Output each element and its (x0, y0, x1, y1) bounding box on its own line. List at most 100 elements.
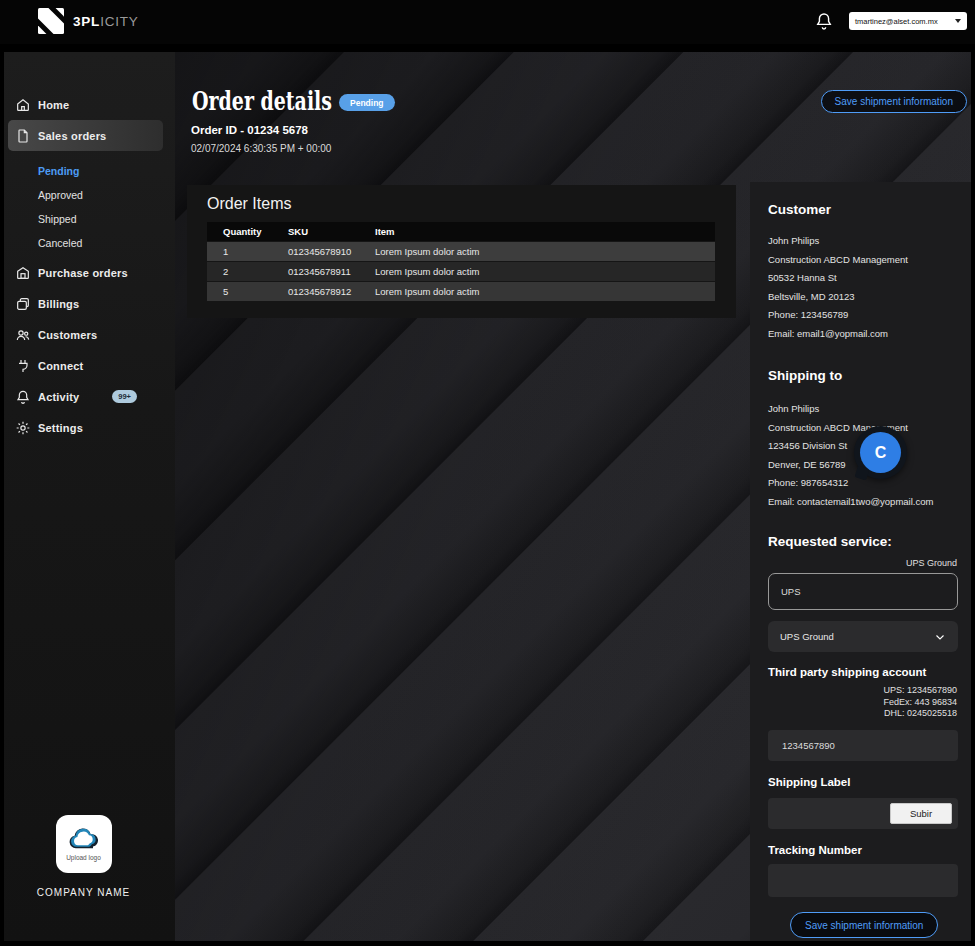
home-icon (15, 97, 31, 113)
settings-gear-icon (15, 420, 31, 436)
sidebar-item-label: Connect (38, 360, 83, 372)
shipping-label-input[interactable]: Subir (768, 798, 958, 829)
third-party-account-value: 1234567890 (782, 740, 835, 751)
sidebar-item-settings[interactable]: Settings (4, 412, 175, 443)
sidebar-item-label: Activity (38, 391, 79, 403)
customer-heading: Customer (768, 202, 831, 217)
brand-text: 3PLICITY (73, 14, 139, 29)
connect-icon (15, 358, 31, 374)
service-value: UPS Ground (780, 631, 834, 642)
account-dhl: DHL: 0245025518 (883, 708, 957, 720)
cell-item: Lorem Ipsum dolor actim (375, 262, 480, 281)
customer-phone: Phone: 123456789 (768, 306, 908, 325)
topbar: 3PLICITY tmartinez@alset.com.mx (0, 0, 975, 44)
sidebar-subitem-canceled[interactable]: Canceled (4, 231, 175, 255)
sidebar-subitem-label: Shipped (38, 213, 77, 225)
company-name: COMPANY NAME (0, 887, 169, 898)
brand-logo[interactable]: 3PLICITY (38, 8, 139, 34)
purchase-orders-icon (15, 265, 31, 281)
shipping-to-details: John Philips Construction ABCD Managemen… (768, 400, 933, 511)
cell-quantity: 1 (223, 242, 228, 261)
sidebar-item-label: Settings (38, 422, 83, 434)
sidebar-item-customers[interactable]: Customers (4, 319, 175, 350)
sidebar-subitem-pending[interactable]: Pending (4, 159, 175, 183)
third-party-heading: Third party shipping account (768, 666, 926, 678)
upload-file-button[interactable]: Subir (890, 803, 952, 824)
shipping-label-heading: Shipping Label (768, 776, 850, 788)
shipping-phone: Phone: 987654312 (768, 474, 933, 493)
requested-service-current: UPS Ground (906, 558, 957, 570)
customer-city: Beltsville, MD 20123 (768, 288, 908, 307)
cell-sku: 012345678911 (288, 262, 351, 281)
shipping-email: Email: contactemail1two@yopmail.com (768, 493, 933, 512)
sidebar-item-label: Billings (38, 298, 79, 310)
sidebar-item-purchase-orders[interactable]: Purchase orders (4, 257, 175, 288)
sidebar-item-label: Home (38, 99, 69, 111)
requested-service-heading: Requested service: (768, 534, 892, 549)
upload-logo-label: Upload logo (66, 854, 101, 861)
customers-icon (15, 327, 31, 343)
sidebar-subitem-label: Pending (38, 165, 79, 177)
sidebar-footer: Upload logo COMPANY NAME (0, 815, 169, 898)
customer-company: Construction ABCD Management (768, 251, 908, 270)
third-party-account-input[interactable]: 1234567890 (768, 730, 958, 761)
app-window: 3PLICITY tmartinez@alset.com.mx Home Sal… (0, 0, 975, 946)
page-bottom-border (0, 941, 975, 946)
sidebar-item-sales-orders[interactable]: Sales orders (8, 120, 163, 151)
cell-quantity: 2 (223, 262, 228, 281)
third-party-accounts: UPS: 1234567890 FedEx: 443 96834 DHL: 02… (883, 685, 957, 720)
carrier-input[interactable]: UPS (768, 573, 958, 610)
customer-name: John Philips (768, 232, 908, 251)
shipping-city: Denver, DE 56789 (768, 456, 933, 475)
sidebar: Home Sales orders Pending Approved Shipp… (4, 52, 175, 941)
sidebar-item-label: Purchase orders (38, 267, 128, 279)
save-shipment-button-top[interactable]: Save shipment information (821, 90, 967, 113)
cell-quantity: 5 (223, 282, 228, 301)
order-id: Order ID - 01234 5678 (191, 124, 308, 136)
account-email: tmartinez@alset.com.mx (855, 17, 955, 26)
save-shipment-button-bottom[interactable]: Save shipment information (790, 912, 938, 938)
collaborator-cursor: C (854, 426, 907, 479)
sales-orders-icon (15, 128, 31, 144)
chevron-down-icon (934, 631, 946, 643)
customer-email: Email: email1@yopmail.com (768, 325, 908, 344)
order-items-panel: Order Items Quantity SKU Item 1 01234567… (187, 185, 736, 318)
table-row[interactable]: 1 012345678910 Lorem Ipsum dolor actim (207, 242, 715, 261)
customer-street: 50532 Hanna St (768, 269, 908, 288)
table-row[interactable]: 5 012345678912 Lorem Ipsum dolor actim (207, 282, 715, 301)
column-item: Item (375, 222, 395, 241)
carrier-value: UPS (781, 586, 801, 597)
cloud-logo-icon (66, 828, 102, 852)
brand-logo-icon (38, 8, 64, 34)
sidebar-item-billings[interactable]: Billings (4, 288, 175, 319)
sidebar-subitem-shipped[interactable]: Shipped (4, 207, 175, 231)
customer-details: John Philips Construction ABCD Managemen… (768, 232, 908, 343)
order-items-table: Quantity SKU Item 1 012345678910 Lorem I… (207, 222, 715, 302)
account-menu[interactable]: tmartinez@alset.com.mx (849, 12, 967, 30)
status-badge: Pending (339, 94, 395, 111)
service-select[interactable]: UPS Ground (768, 621, 958, 652)
tracking-number-input[interactable] (768, 864, 958, 897)
shipping-to-heading: Shipping to (768, 368, 842, 383)
sidebar-item-activity[interactable]: Activity 99+ (4, 381, 175, 412)
sidebar-subitem-approved[interactable]: Approved (4, 183, 175, 207)
billings-icon (15, 296, 31, 312)
cell-item: Lorem Ipsum dolor actim (375, 242, 480, 261)
table-header-row: Quantity SKU Item (207, 222, 715, 241)
sidebar-item-home[interactable]: Home (4, 89, 175, 120)
upload-logo-button[interactable]: Upload logo (56, 815, 112, 873)
sidebar-item-connect[interactable]: Connect (4, 350, 175, 381)
column-sku: SKU (288, 222, 308, 241)
shipping-name: John Philips (768, 400, 933, 419)
collaborator-initial: C (860, 432, 901, 473)
shipping-company: Construction ABCD Management (768, 419, 933, 438)
activity-bell-icon (15, 389, 31, 405)
sidebar-subitem-label: Canceled (38, 237, 82, 249)
account-fedex: FedEx: 443 96834 (883, 697, 957, 709)
shipment-panel: Customer John Philips Construction ABCD … (750, 182, 971, 941)
activity-count-badge: 99+ (112, 390, 137, 403)
caret-down-icon (955, 19, 961, 23)
table-row[interactable]: 2 012345678911 Lorem Ipsum dolor actim (207, 262, 715, 281)
page-title: Order details (192, 86, 332, 116)
notifications-bell-icon[interactable] (814, 11, 834, 33)
